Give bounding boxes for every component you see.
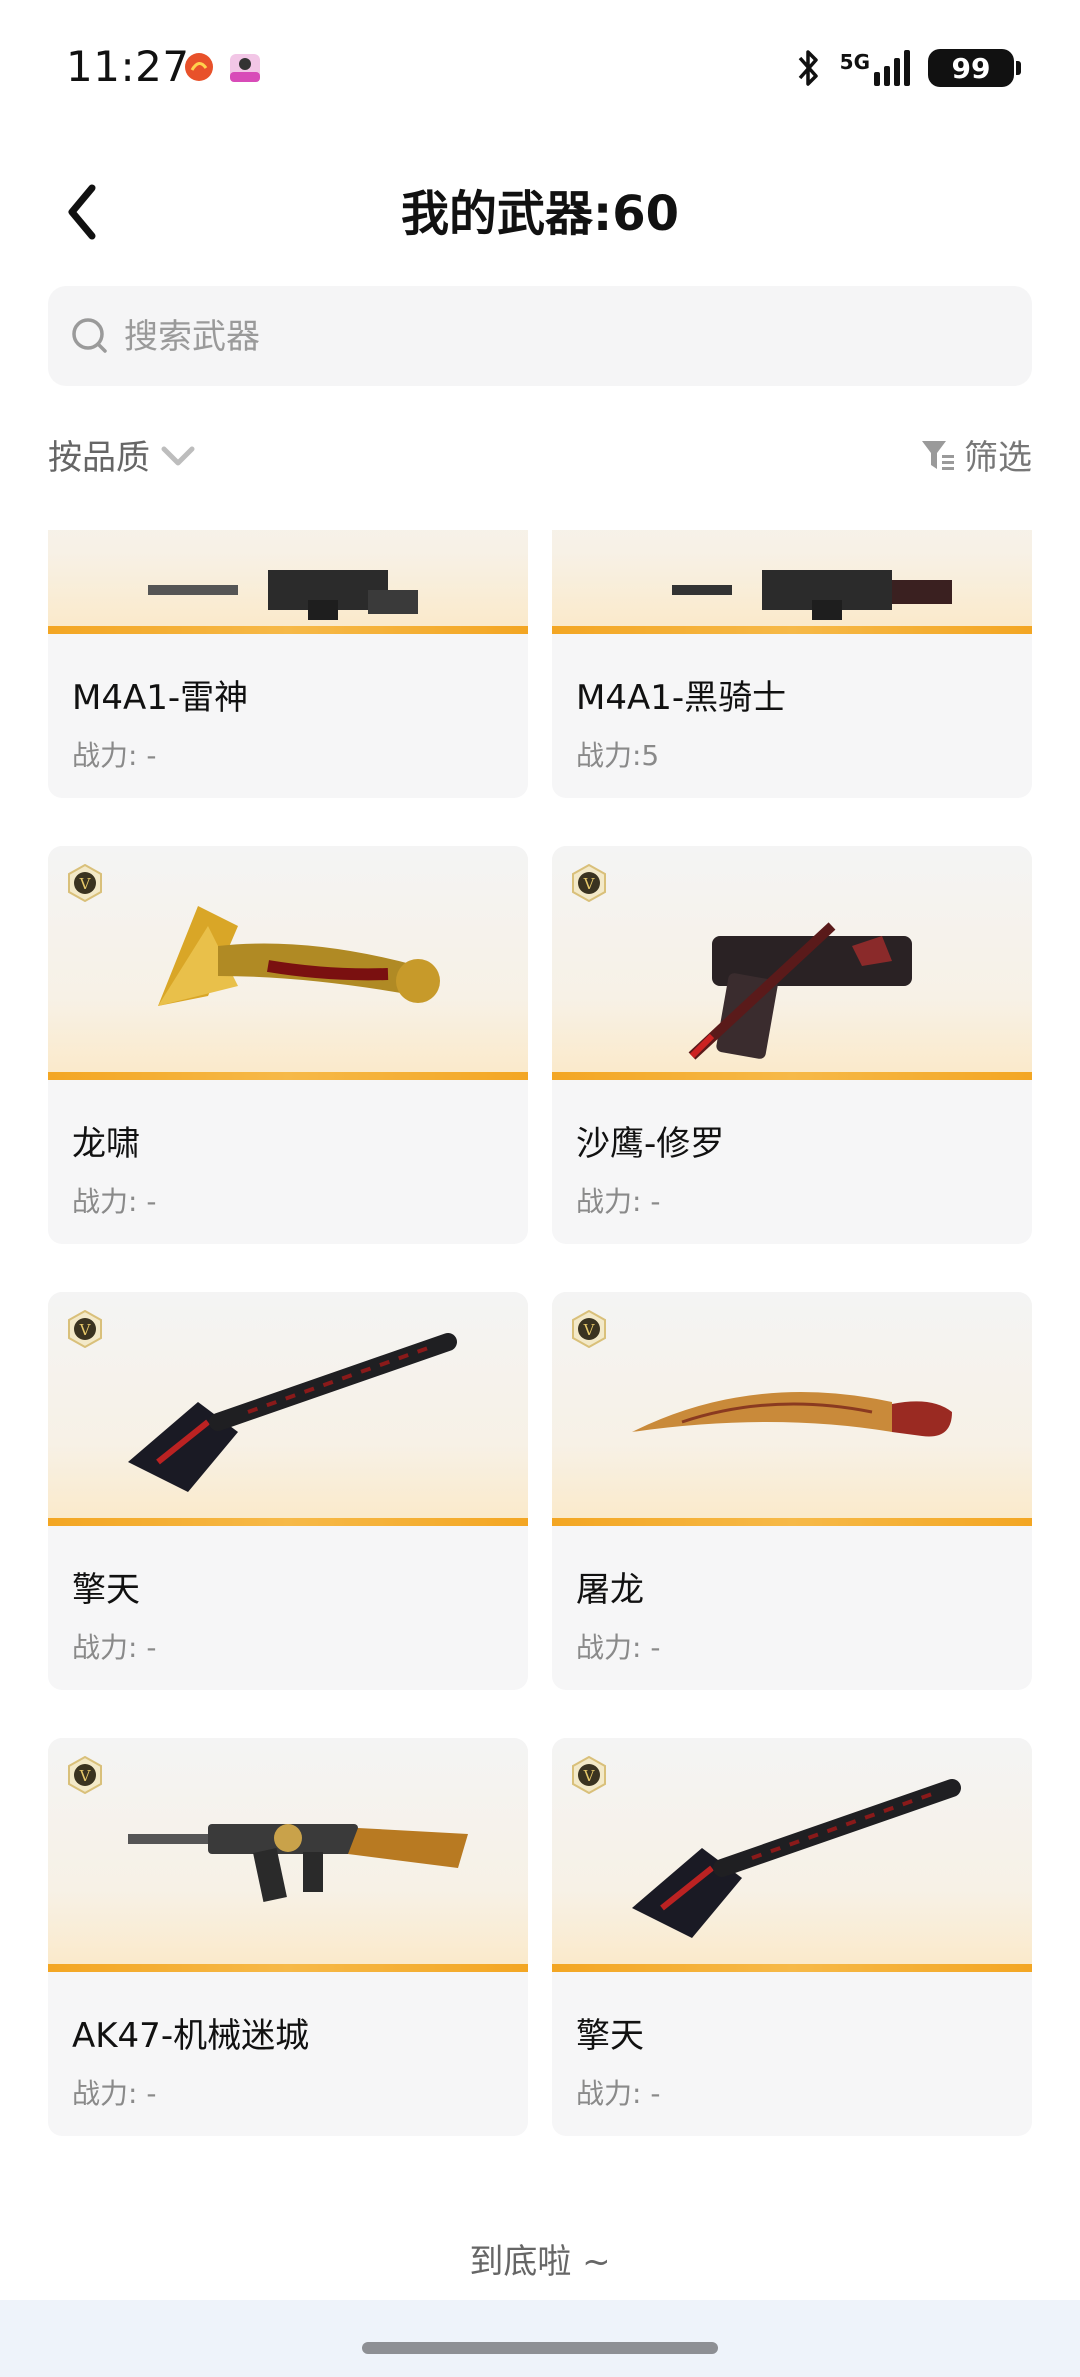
weapon-card[interactable]: M4A1-黑骑士战力:5 xyxy=(552,530,1032,798)
weapon-image: V xyxy=(48,1738,528,1972)
weapon-name: 沙鹰-修罗 xyxy=(576,1124,725,1164)
weapon-name: 擎天 xyxy=(72,1570,140,1610)
weapon-image: V xyxy=(48,846,528,1080)
weapon-power: 战力: - xyxy=(576,1631,661,1664)
weapon-name: AK47-机械迷城 xyxy=(72,2016,310,2056)
weapon-card[interactable]: M4A1-雷神战力: - xyxy=(48,530,528,798)
filter-icon xyxy=(922,440,954,470)
svg-text:V: V xyxy=(583,1767,596,1785)
app-icon xyxy=(230,54,260,82)
weapon-power: 战力: - xyxy=(72,739,157,772)
filter-button[interactable]: 筛选 xyxy=(920,430,1032,479)
quality-badge-icon: V xyxy=(68,1310,102,1348)
battery-indicator: 99 xyxy=(928,49,1021,87)
weapon-art xyxy=(128,1824,468,1902)
weapon-power: 战力: - xyxy=(72,1631,157,1664)
search-input[interactable] xyxy=(122,286,1006,388)
quality-badge-icon: V xyxy=(68,864,102,902)
search-bar[interactable] xyxy=(48,286,1032,388)
weapon-image: V xyxy=(552,1738,1032,1972)
weapon-card[interactable]: V 沙鹰-修罗战力: - xyxy=(552,846,1032,1244)
weapon-card[interactable]: V 龙啸战力: - xyxy=(48,846,528,1244)
weapon-image xyxy=(552,530,1032,634)
quality-badge-icon: V xyxy=(572,1310,606,1348)
quality-badge-icon: V xyxy=(572,1756,606,1794)
weapon-card[interactable]: V AK47-机械迷城战力: - xyxy=(48,1738,528,2136)
weapon-power: 战力: - xyxy=(576,1185,661,1218)
weapon-art xyxy=(128,1333,457,1492)
status-bar: 11:27 5G 99 xyxy=(0,0,1080,140)
weapon-power: 战力: - xyxy=(72,1185,157,1218)
battery-level: 99 xyxy=(951,51,991,85)
page-title: 我的武器:60 xyxy=(401,186,679,242)
home-indicator[interactable] xyxy=(362,2342,718,2354)
weapon-card[interactable]: V 擎天战力: - xyxy=(48,1292,528,1690)
status-indicators: 5G 99 xyxy=(796,48,1021,88)
weapon-card[interactable]: V 屠龙战力: - xyxy=(552,1292,1032,1690)
svg-text:V: V xyxy=(583,1321,596,1339)
weapon-art xyxy=(632,1392,952,1437)
weapon-name: 龙啸 xyxy=(72,1124,140,1164)
svg-text:V: V xyxy=(583,875,596,893)
quality-badge-icon: V xyxy=(572,864,606,902)
weapon-image: V xyxy=(552,1292,1032,1526)
weapon-art xyxy=(158,906,440,1006)
weapon-art xyxy=(688,922,912,1060)
header: 我的武器:60 xyxy=(0,160,1080,280)
weapon-name: M4A1-雷神 xyxy=(72,678,249,718)
weapon-power: 战力:5 xyxy=(576,739,660,772)
weapon-power: 战力: - xyxy=(72,2077,157,2110)
filter-label: 筛选 xyxy=(964,438,1032,478)
weapon-card[interactable]: V 擎天战力: - xyxy=(552,1738,1032,2136)
weapon-image: V xyxy=(552,846,1032,1080)
bottom-safe-area xyxy=(0,2300,1080,2377)
weapon-power: 战力: - xyxy=(576,2077,661,2110)
signal-icon: 5G xyxy=(840,50,910,86)
bluetooth-icon xyxy=(798,50,818,86)
svg-text:V: V xyxy=(79,1767,92,1785)
weapon-art xyxy=(632,1779,961,1938)
sort-label: 按品质 xyxy=(48,438,150,478)
svg-text:V: V xyxy=(79,1321,92,1339)
search-icon xyxy=(72,318,107,353)
chevron-down-icon xyxy=(161,446,195,465)
weibo-icon xyxy=(185,53,213,81)
weapon-name: 屠龙 xyxy=(576,1570,644,1610)
weapon-image: V xyxy=(48,1292,528,1526)
network-type: 5G xyxy=(839,50,870,74)
weapon-name: 擎天 xyxy=(576,2016,644,2056)
quality-badge-icon: V xyxy=(68,1756,102,1794)
weapon-art xyxy=(148,570,418,620)
end-of-list-text: 到底啦 ~ xyxy=(469,2242,611,2282)
filter-bar: 按品质 筛选 xyxy=(48,430,1032,490)
weapon-image xyxy=(48,530,528,634)
status-time: 11:27 xyxy=(66,42,190,91)
weapon-art xyxy=(672,570,952,620)
weapon-grid: M4A1-雷神 战力: - M4A1-黑骑士 战力:5 V 龙啸 战力: - V 沙鹰-修罗 战力… xyxy=(48,530,1032,2170)
svg-text:V: V xyxy=(79,875,92,893)
sort-by-quality-dropdown[interactable]: 按品质 xyxy=(48,430,196,479)
weapon-name: M4A1-黑骑士 xyxy=(576,678,787,718)
